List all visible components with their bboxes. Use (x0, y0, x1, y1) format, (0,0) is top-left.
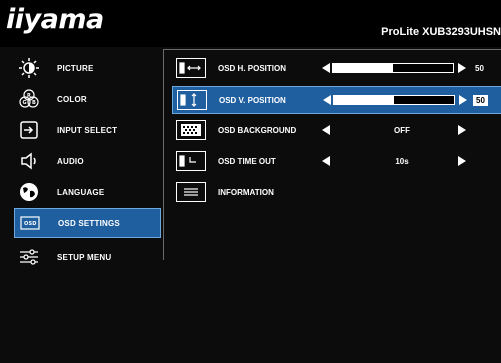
sidebar-item-label: OSD SETTINGS (58, 218, 120, 228)
input-icon (18, 119, 40, 141)
osd-icon: OSD (19, 212, 41, 234)
background-icon (176, 120, 206, 140)
sidebar-item-setup-menu[interactable]: SETUP MENU (14, 243, 158, 271)
setting-value: 50 (473, 94, 488, 106)
slider-bar[interactable] (332, 63, 454, 73)
globe-icon (18, 181, 40, 203)
setting-label: OSD TIME OUT (218, 156, 276, 166)
setting-row-information[interactable]: INFORMATION (172, 179, 501, 205)
decrease-arrow-icon[interactable] (322, 63, 330, 73)
sidebar-item-picture[interactable]: PICTURE (14, 54, 158, 82)
osd-settings-panel: OSD H. POSITION 50 OSD V. POSITION 50 OS… (163, 49, 501, 260)
slider-bar[interactable] (333, 95, 455, 105)
osd-screen: iiyama ProLite XUB3293UHSN PICTURE RGB C… (0, 0, 501, 363)
decrease-arrow-icon[interactable] (322, 125, 330, 135)
slider-fill (333, 64, 393, 72)
sidebar-item-label: AUDIO (57, 156, 84, 166)
sidebar: PICTURE RGB COLOR INPUT SELECT AUDIO LAN… (0, 47, 161, 363)
sidebar-item-label: COLOR (57, 94, 87, 104)
h-position-icon (176, 58, 206, 78)
sidebar-item-language[interactable]: LANGUAGE (14, 178, 158, 206)
setting-row-osd-time-out[interactable]: OSD TIME OUT 10s (172, 148, 501, 174)
increase-arrow-icon[interactable] (459, 95, 467, 105)
sidebar-item-label: SETUP MENU (57, 252, 112, 262)
sidebar-item-audio[interactable]: AUDIO (14, 147, 158, 175)
sidebar-item-label: LANGUAGE (57, 187, 105, 197)
slider-fill (334, 96, 394, 104)
setting-value: 50 (475, 63, 484, 73)
sidebar-item-label: PICTURE (57, 63, 94, 73)
sidebar-item-label: INPUT SELECT (57, 125, 118, 135)
sliders-icon (18, 246, 40, 268)
increase-arrow-icon[interactable] (458, 156, 466, 166)
decrease-arrow-icon[interactable] (322, 156, 330, 166)
svg-text:B: B (32, 100, 36, 106)
svg-text:R: R (27, 93, 31, 99)
timer-icon (176, 151, 206, 171)
sidebar-item-color[interactable]: RGB COLOR (14, 85, 158, 113)
setting-label: OSD BACKGROUND (218, 125, 297, 135)
setting-row-osd-v-position[interactable]: OSD V. POSITION 50 (172, 86, 501, 114)
brightness-icon (18, 57, 40, 79)
model-name: ProLite XUB3293UHSN (381, 26, 501, 38)
setting-label: INFORMATION (218, 187, 274, 197)
decrease-arrow-icon[interactable] (323, 95, 331, 105)
brand-logo: iiyama (6, 4, 104, 35)
setting-row-osd-background[interactable]: OSD BACKGROUND OFF (172, 117, 501, 143)
setting-label: OSD H. POSITION (218, 63, 287, 73)
info-icon (176, 182, 206, 202)
speaker-icon (18, 150, 40, 172)
setting-row-osd-h-position[interactable]: OSD H. POSITION 50 (172, 55, 501, 81)
setting-label: OSD V. POSITION (219, 95, 286, 105)
sidebar-item-input-select[interactable]: INPUT SELECT (14, 116, 158, 144)
svg-text:G: G (23, 100, 27, 106)
v-position-icon (177, 90, 207, 110)
sidebar-item-osd-settings[interactable]: OSD OSD SETTINGS (14, 208, 161, 238)
increase-arrow-icon[interactable] (458, 125, 466, 135)
svg-text:OSD: OSD (24, 221, 37, 227)
setting-value: OFF (394, 125, 410, 135)
increase-arrow-icon[interactable] (458, 63, 466, 73)
setting-value: 10s (395, 156, 409, 166)
rgb-icon: RGB (18, 88, 40, 110)
